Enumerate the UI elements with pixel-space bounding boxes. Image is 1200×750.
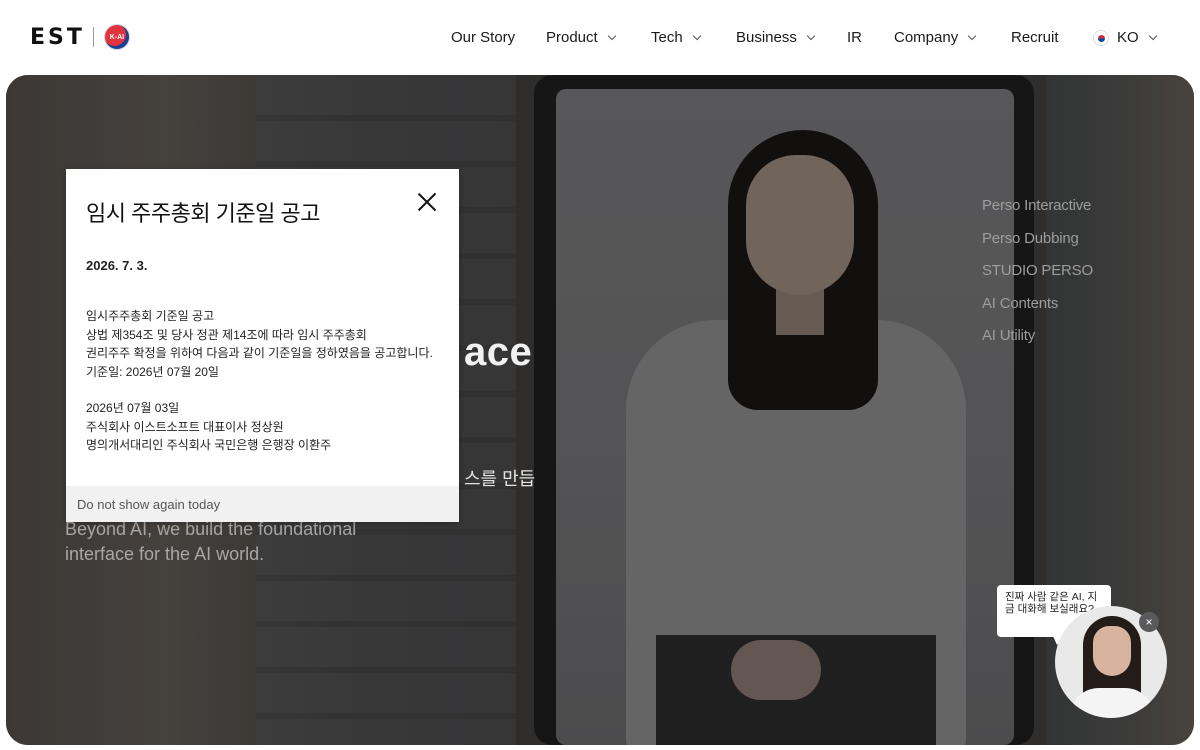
logo[interactable]: EST K-AI bbox=[30, 24, 130, 50]
nav-business[interactable]: Business bbox=[736, 29, 816, 46]
site-header: EST K-AI Our Story Product Tech Business… bbox=[0, 0, 1200, 75]
nav-label: Recruit bbox=[1011, 29, 1059, 46]
chevron-down-icon bbox=[1148, 31, 1157, 40]
chevron-down-icon bbox=[967, 31, 977, 40]
nav-company[interactable]: Company bbox=[894, 29, 977, 46]
side-link-ai-utility[interactable]: AI Utility bbox=[982, 327, 1093, 360]
nav-label: Business bbox=[736, 29, 797, 46]
side-link-perso-dubbing[interactable]: Perso Dubbing bbox=[982, 230, 1093, 263]
close-icon[interactable] bbox=[414, 189, 440, 215]
nav-label: Our Story bbox=[451, 29, 516, 46]
logo-text: EST bbox=[30, 24, 85, 50]
popup-body-line: 기준일: 2026년 07월 20일 bbox=[86, 364, 219, 379]
nav-tech[interactable]: Tech bbox=[651, 29, 701, 46]
side-link-studio-perso[interactable]: STUDIO PERSO bbox=[982, 262, 1093, 295]
nav-product[interactable]: Product bbox=[546, 29, 616, 46]
korea-flag-icon bbox=[1093, 29, 1109, 46]
widget-close-icon[interactable]: × bbox=[1139, 612, 1159, 632]
side-link-perso-interactive[interactable]: Perso Interactive bbox=[982, 197, 1093, 230]
k-ai-badge-icon: K-AI bbox=[103, 24, 130, 50]
chevron-down-icon bbox=[806, 31, 816, 40]
chevron-down-icon bbox=[607, 31, 616, 40]
logo-divider bbox=[92, 27, 94, 47]
popup-date: 2026. 7. 3. bbox=[86, 258, 148, 273]
popup-body-line: 상법 제354조 및 당사 정관 제14조에 따라 임시 주주총회 bbox=[86, 327, 367, 342]
hero-title: ace bbox=[464, 330, 533, 374]
language-label: KO bbox=[1117, 29, 1139, 46]
popup-title: 임시 주주총회 기준일 공고 bbox=[86, 201, 320, 226]
hero-subtitle: Beyond AI, we build the foundational int… bbox=[65, 517, 405, 567]
nav-our-story[interactable]: Our Story bbox=[451, 29, 515, 46]
nav-label: Company bbox=[894, 29, 959, 46]
do-not-show-today-button[interactable]: Do not show again today bbox=[66, 486, 459, 522]
popup-body-line: 2026년 07월 03일 bbox=[86, 401, 180, 415]
popup-spacer bbox=[86, 381, 446, 399]
nav-recruit[interactable]: Recruit bbox=[1011, 29, 1059, 46]
popup-body-line: 주식회사 이스트소프트 대표이사 정상원 bbox=[86, 419, 284, 434]
popup-body-line: 명의개서대리인 주식회사 국민은행 은행장 이환주 bbox=[86, 438, 332, 452]
nav-ir[interactable]: IR bbox=[847, 29, 862, 46]
side-link-ai-contents[interactable]: AI Contents bbox=[982, 295, 1093, 328]
nav-label: Tech bbox=[651, 29, 683, 46]
popup-body: 임시주주총회 기준일 공고 상법 제354조 및 당사 정관 제14조에 따라 … bbox=[86, 307, 446, 455]
hero-subtitle-line: interface for the AI world. bbox=[65, 544, 265, 564]
popup-body-line: 임시주주총회 기준일 공고 bbox=[86, 309, 215, 323]
language-selector[interactable]: KO bbox=[1093, 29, 1157, 46]
nav-label: Product bbox=[546, 29, 598, 46]
avatar-body bbox=[1069, 688, 1155, 718]
product-side-menu: Perso Interactive Perso Dubbing STUDIO P… bbox=[982, 197, 1093, 360]
popup-body-line: 권리주주 확정을 위하여 다음과 같이 기준일을 정하였음을 공고합니다. bbox=[86, 346, 433, 360]
hero-korean-text: 스를 만듭 bbox=[464, 469, 536, 489]
avatar-face bbox=[1093, 626, 1131, 676]
nav-label: IR bbox=[847, 29, 862, 46]
chevron-down-icon bbox=[692, 31, 701, 40]
notice-popup: 임시 주주총회 기준일 공고 2026. 7. 3. 임시주주총회 기준일 공고… bbox=[66, 169, 459, 522]
